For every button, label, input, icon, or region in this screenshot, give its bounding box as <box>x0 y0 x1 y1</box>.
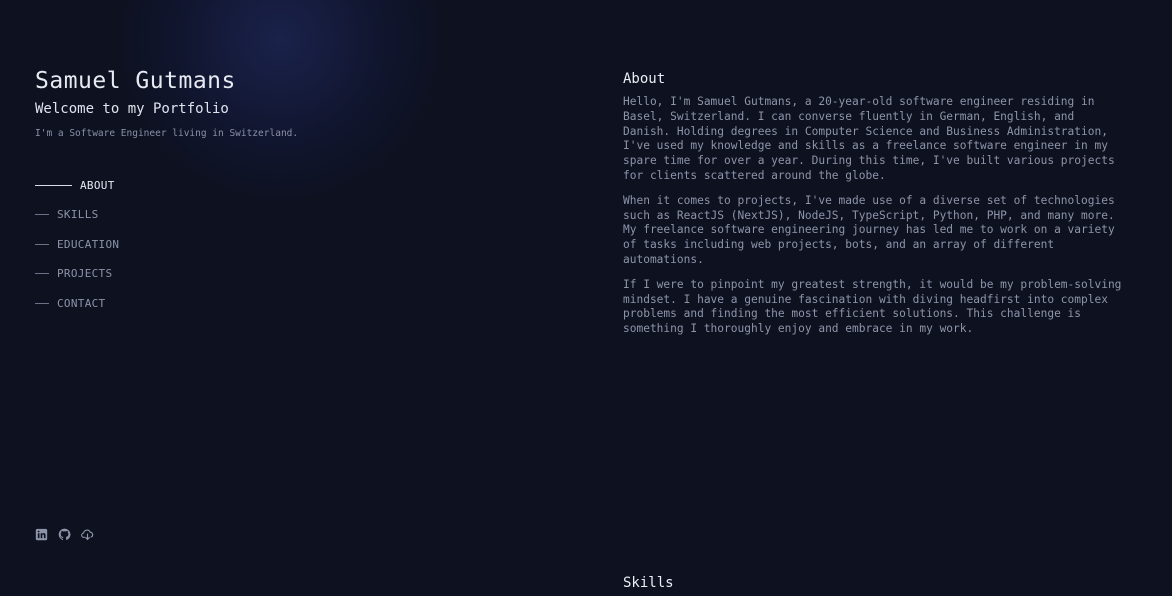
nav-item-label: ABOUT <box>80 178 115 192</box>
profile-subtitle: Welcome to my Portfolio <box>35 101 229 117</box>
cloud-download-icon[interactable] <box>81 528 94 541</box>
profile-name: Samuel Gutmans <box>35 68 236 94</box>
about-paragraph: When it comes to projects, I've made use… <box>623 193 1115 266</box>
skills-heading: Skills <box>623 575 674 591</box>
nav-item-about[interactable]: ABOUT <box>35 174 119 196</box>
nav-item-label: CONTACT <box>57 296 106 310</box>
about-paragraph: If I were to pinpoint my greatest streng… <box>623 277 1122 336</box>
nav-item-contact[interactable]: CONTACT <box>35 292 119 314</box>
nav-indicator-line <box>35 273 49 274</box>
sidebar: Samuel Gutmans Welcome to my Portfolio I… <box>35 0 455 596</box>
nav-item-label: EDUCATION <box>57 237 120 251</box>
about-body: Hello, I'm Samuel Gutmans, a 20-year-old… <box>623 95 1123 347</box>
nav-item-skills[interactable]: SKILLS <box>35 204 119 226</box>
nav-item-label: PROJECTS <box>57 267 113 280</box>
nav-indicator-line <box>35 214 49 215</box>
section-nav: ABOUT SKILLS EDUCATION PROJECTS CONTACT <box>35 174 119 322</box>
nav-item-label: SKILLS <box>57 208 99 221</box>
about-paragraph: Hello, I'm Samuel Gutmans, a 20-year-old… <box>623 95 1115 182</box>
nav-indicator-line <box>35 243 49 245</box>
linkedin-icon[interactable] <box>35 528 48 541</box>
social-links <box>35 528 94 541</box>
about-heading: About <box>623 71 666 87</box>
content: About Hello, I'm Samuel Gutmans, a 20-ye… <box>623 0 1123 596</box>
github-icon[interactable] <box>58 528 71 541</box>
profile-tagline: I'm a Software Engineer living in Switze… <box>35 128 299 139</box>
nav-indicator-line <box>35 302 49 304</box>
nav-item-projects[interactable]: PROJECTS <box>35 263 119 285</box>
nav-item-education[interactable]: EDUCATION <box>35 233 119 255</box>
nav-indicator-line <box>35 184 72 186</box>
portfolio-page: Samuel Gutmans Welcome to my Portfolio I… <box>0 0 1172 596</box>
